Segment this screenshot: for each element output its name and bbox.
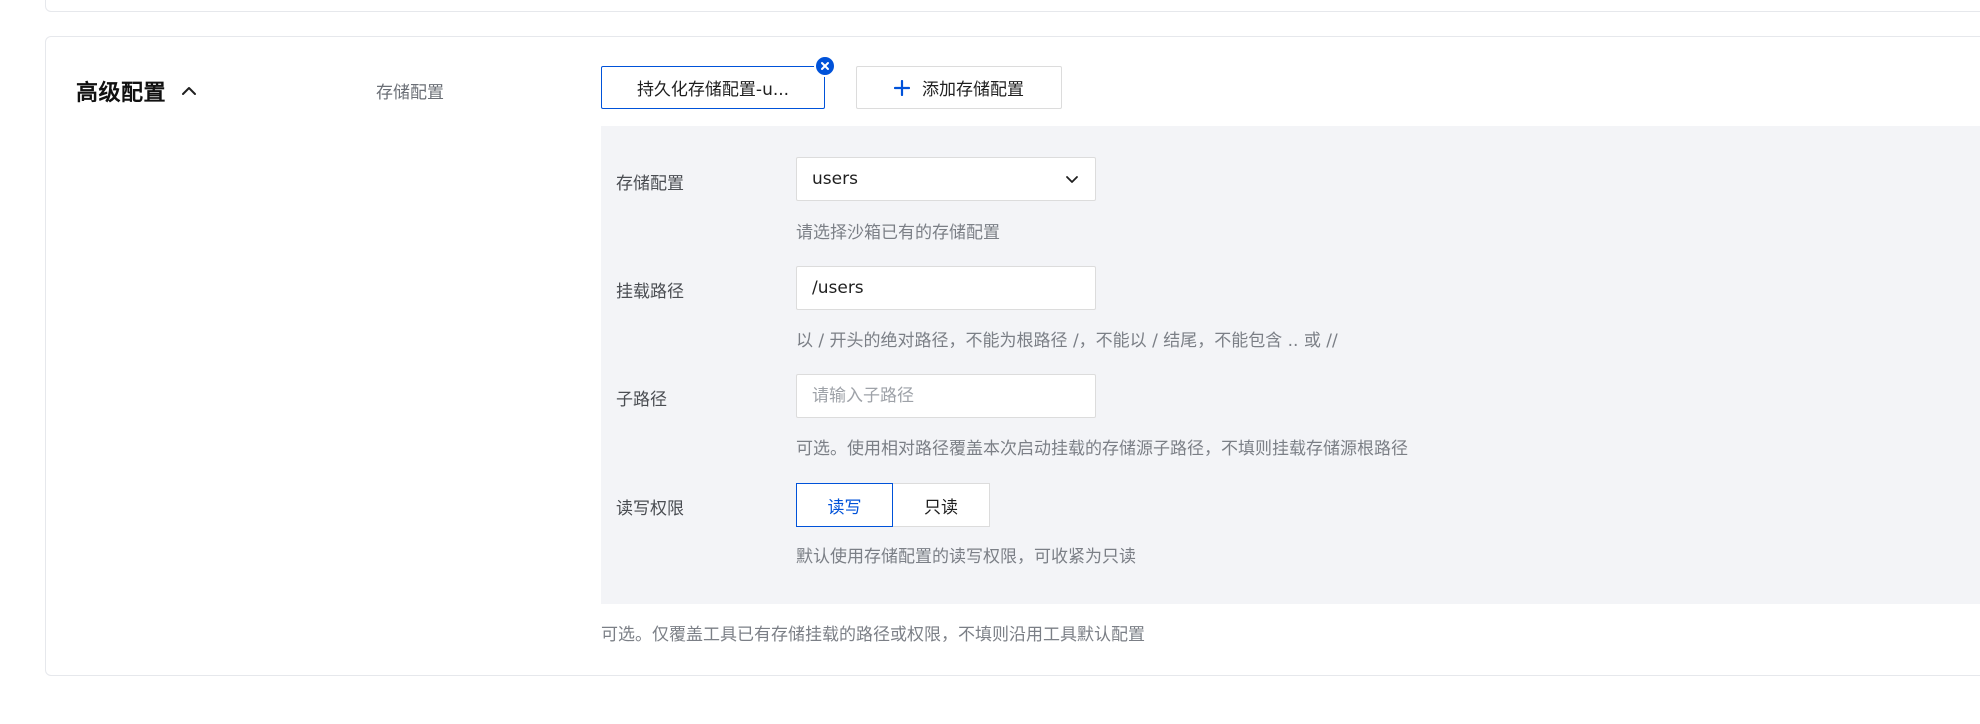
chevron-up-icon[interactable]: [180, 82, 198, 100]
storage-select[interactable]: users: [796, 157, 1096, 201]
storage-select-label: 存储配置: [616, 174, 684, 194]
permission-read-only-button[interactable]: 只读: [893, 483, 990, 527]
sub-path-help: 可选。使用相对路径覆盖本次启动挂载的存储源子路径，不填则挂载存储源根路径: [796, 439, 1408, 459]
sub-path-label: 子路径: [616, 390, 667, 410]
previous-card-edge: [45, 0, 1980, 12]
storage-select-value: users: [812, 169, 858, 189]
close-circle-icon[interactable]: [814, 55, 836, 77]
add-storage-config-button[interactable]: 添加存储配置: [856, 66, 1062, 109]
page: 高级配置 存储配置 持久化存储配置-u... 添加存储配置 存储配置 users…: [0, 0, 1980, 724]
storage-config-tab[interactable]: 持久化存储配置-u...: [601, 66, 825, 109]
permission-label: 读写权限: [616, 499, 684, 519]
close-icon: [821, 62, 829, 70]
chevron-down-icon: [1066, 176, 1078, 183]
mount-path-input[interactable]: [812, 278, 1080, 298]
sub-path-input[interactable]: [812, 386, 1080, 406]
advanced-config-header[interactable]: 高级配置: [76, 74, 198, 108]
storage-config-bottom-help: 可选。仅覆盖工具已有存储挂载的路径或权限，不填则沿用工具默认配置: [601, 625, 1145, 645]
mount-path-field[interactable]: [796, 266, 1096, 310]
mount-path-help: 以 / 开头的绝对路径，不能为根路径 /，不能以 / 结尾，不能包含 .. 或 …: [796, 331, 1338, 351]
plus-icon: [894, 79, 910, 96]
permission-help: 默认使用存储配置的读写权限，可收紧为只读: [796, 547, 1136, 567]
permission-segmented-control: 读写 只读: [796, 483, 990, 527]
mount-path-label: 挂载路径: [616, 282, 684, 302]
storage-config-tab-label: 持久化存储配置-u...: [636, 80, 790, 100]
section-title: 高级配置: [76, 81, 167, 106]
add-storage-config-label: 添加存储配置: [922, 80, 1024, 100]
sub-path-field[interactable]: [796, 374, 1096, 418]
storage-select-help: 请选择沙箱已有的存储配置: [796, 223, 1000, 243]
permission-read-write-button[interactable]: 读写: [796, 483, 893, 527]
storage-config-label: 存储配置: [376, 83, 444, 103]
